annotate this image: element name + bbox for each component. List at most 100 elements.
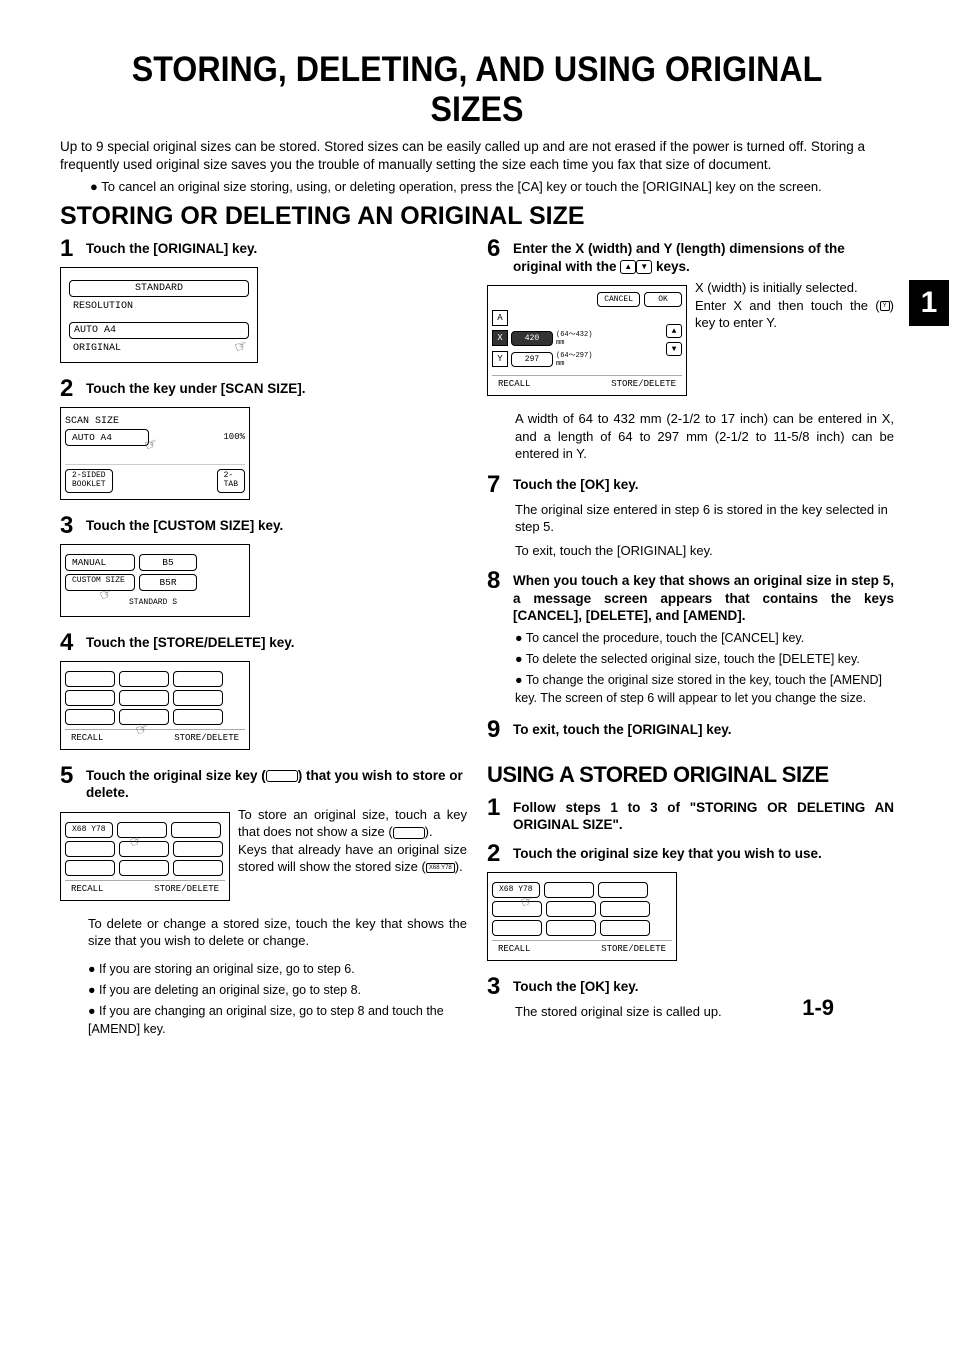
slot-button[interactable] bbox=[117, 822, 167, 838]
slot-button[interactable] bbox=[492, 920, 542, 936]
step-7-body1: The original size entered in step 6 is s… bbox=[515, 501, 894, 536]
step-6-number: 6 bbox=[487, 237, 505, 261]
step-3-number: 3 bbox=[60, 514, 78, 538]
u1-title: Follow steps 1 to 3 of "STORING OR DELET… bbox=[513, 796, 894, 834]
store-delete-label[interactable]: STORE/DELETE bbox=[154, 884, 219, 894]
step-5-body1: To store an original size, touch a key t… bbox=[238, 807, 467, 840]
slot-button[interactable] bbox=[65, 709, 115, 725]
slot-button[interactable] bbox=[600, 901, 650, 917]
step-6-body3: A width of 64 to 432 mm (2-1/2 to 17 inc… bbox=[515, 411, 894, 461]
section-a-title: STORING OR DELETING AN ORIGINAL SIZE bbox=[60, 202, 894, 231]
step-7-title: Touch the [OK] key. bbox=[513, 473, 639, 494]
slot-button[interactable] bbox=[546, 901, 596, 917]
step-4-number: 4 bbox=[60, 631, 78, 655]
x-range: (64～432)mm bbox=[556, 329, 592, 347]
y-key-icon: Y bbox=[880, 301, 890, 311]
manual-button[interactable]: MANUAL bbox=[65, 554, 135, 571]
slot-button[interactable] bbox=[119, 671, 169, 687]
u2-title: Touch the original size key that you wis… bbox=[513, 842, 822, 863]
section-b-title: USING A STORED ORIGINAL SIZE bbox=[487, 762, 894, 788]
store-delete-label[interactable]: STORE/DELETE bbox=[174, 733, 239, 743]
slot-button[interactable] bbox=[65, 671, 115, 687]
blank-key-icon bbox=[393, 827, 425, 839]
recall-label[interactable]: RECALL bbox=[498, 379, 530, 389]
step-1-screen: STANDARD RESOLUTION AUTO A4 ORIGINAL ☞ bbox=[60, 267, 258, 363]
step-2-screen: SCAN SIZE AUTO A4 100% ☞ 2-SIDEDBOOKLET … bbox=[60, 407, 250, 500]
step-6-body1: X (width) is initially selected. bbox=[695, 280, 858, 295]
a-box: A bbox=[492, 310, 508, 326]
step-7-body2: To exit, touch the [ORIGINAL] key. bbox=[515, 542, 894, 560]
slot-button[interactable] bbox=[546, 920, 596, 936]
step-8-bul2: To delete the selected original size, to… bbox=[515, 650, 894, 668]
step-5-screen: X68 Y78 RECALL STORE/DELETE ☞ bbox=[60, 812, 230, 901]
ok-button[interactable]: OK bbox=[644, 292, 682, 307]
step-3-screen: MANUAL B5 CUSTOM SIZE B5R STANDARD S ☞ bbox=[60, 544, 250, 617]
step-2-title: Touch the key under [SCAN SIZE]. bbox=[86, 377, 306, 398]
chapter-tab: 1 bbox=[909, 280, 949, 326]
recall-label[interactable]: RECALL bbox=[71, 884, 103, 894]
u1-number: 1 bbox=[487, 796, 505, 820]
step-5-bul1: If you are storing an original size, go … bbox=[88, 960, 467, 978]
up-arrow-icon: ▲ bbox=[620, 260, 636, 274]
step-6-screen: CANCEL OK A X 420 (64～432)mm Y bbox=[487, 285, 687, 396]
slot-button[interactable] bbox=[173, 709, 223, 725]
slot-button[interactable] bbox=[173, 860, 223, 876]
step-3-title: Touch the [CUSTOM SIZE] key. bbox=[86, 514, 283, 535]
slot-button[interactable] bbox=[173, 671, 223, 687]
slot-button[interactable] bbox=[544, 882, 594, 898]
x-box[interactable]: X bbox=[492, 330, 508, 346]
step-4-title: Touch the [STORE/DELETE] key. bbox=[86, 631, 295, 652]
slot-button[interactable] bbox=[598, 882, 648, 898]
down-arrow-icon: ▼ bbox=[636, 260, 652, 274]
step-9-number: 9 bbox=[487, 718, 505, 742]
step-8-number: 8 bbox=[487, 569, 505, 593]
step-9-title: To exit, touch the [ORIGINAL] key. bbox=[513, 718, 732, 739]
b5r-button[interactable]: B5R bbox=[139, 574, 197, 591]
step-1-number: 1 bbox=[60, 237, 78, 261]
slot-button[interactable] bbox=[119, 860, 169, 876]
cancel-button[interactable]: CANCEL bbox=[597, 292, 640, 307]
stored-slot-button[interactable]: X68 Y78 bbox=[492, 882, 540, 898]
slot-button[interactable] bbox=[173, 690, 223, 706]
slot-button[interactable] bbox=[65, 860, 115, 876]
stored-key-example: X68 Y78 bbox=[426, 863, 455, 873]
down-arrow-button[interactable]: ▼ bbox=[666, 342, 682, 356]
step-4-screen: RECALL STORE/DELETE ☞ bbox=[60, 661, 250, 750]
u3-number: 3 bbox=[487, 975, 505, 999]
standard-label: STANDARD bbox=[69, 280, 249, 297]
standard-s-label: STANDARD S bbox=[129, 594, 177, 607]
blank-key-icon bbox=[266, 770, 298, 782]
recall-label[interactable]: RECALL bbox=[71, 733, 103, 743]
intro-bullet: To cancel an original size storing, usin… bbox=[90, 179, 822, 194]
store-delete-label[interactable]: STORE/DELETE bbox=[611, 379, 676, 389]
u2-screen: X68 Y78 RECALL STORE/DELETE ☞ bbox=[487, 872, 677, 961]
up-arrow-button[interactable]: ▲ bbox=[666, 324, 682, 338]
step-6-body2a: Enter X and then touch the ( bbox=[695, 298, 880, 313]
u2-number: 2 bbox=[487, 842, 505, 866]
stored-slot-button[interactable]: X68 Y78 bbox=[65, 822, 113, 838]
slot-button[interactable] bbox=[171, 822, 221, 838]
auto-a4-button[interactable]: AUTO A4 bbox=[65, 429, 149, 446]
y-box[interactable]: Y bbox=[492, 351, 508, 367]
step-8-bul3: To change the original size stored in th… bbox=[515, 671, 894, 707]
page-number: 1-9 bbox=[802, 995, 834, 1021]
u3-body: The stored original size is called up. bbox=[515, 1003, 894, 1021]
slot-button[interactable] bbox=[119, 690, 169, 706]
step-5-bul2: If you are deleting an original size, go… bbox=[88, 981, 467, 999]
slot-button[interactable] bbox=[65, 841, 115, 857]
resolution-label: RESOLUTION bbox=[69, 301, 249, 318]
percent-label: 100% bbox=[223, 432, 245, 442]
step-6-title: Enter the X (width) and Y (length) dimen… bbox=[513, 237, 894, 275]
slot-button[interactable] bbox=[65, 690, 115, 706]
slot-button[interactable] bbox=[600, 920, 650, 936]
store-delete-label[interactable]: STORE/DELETE bbox=[601, 944, 666, 954]
y-value: 297 bbox=[511, 352, 553, 367]
b5-button[interactable]: B5 bbox=[139, 554, 197, 571]
step-5-title: Touch the original size key () that you … bbox=[86, 764, 467, 802]
two-tab-button[interactable]: 2-TAB bbox=[217, 469, 245, 493]
step-5-number: 5 bbox=[60, 764, 78, 788]
two-sided-button[interactable]: 2-SIDEDBOOKLET bbox=[65, 469, 113, 493]
slot-button[interactable] bbox=[173, 841, 223, 857]
scan-size-label: SCAN SIZE bbox=[65, 416, 245, 427]
recall-label[interactable]: RECALL bbox=[498, 944, 530, 954]
